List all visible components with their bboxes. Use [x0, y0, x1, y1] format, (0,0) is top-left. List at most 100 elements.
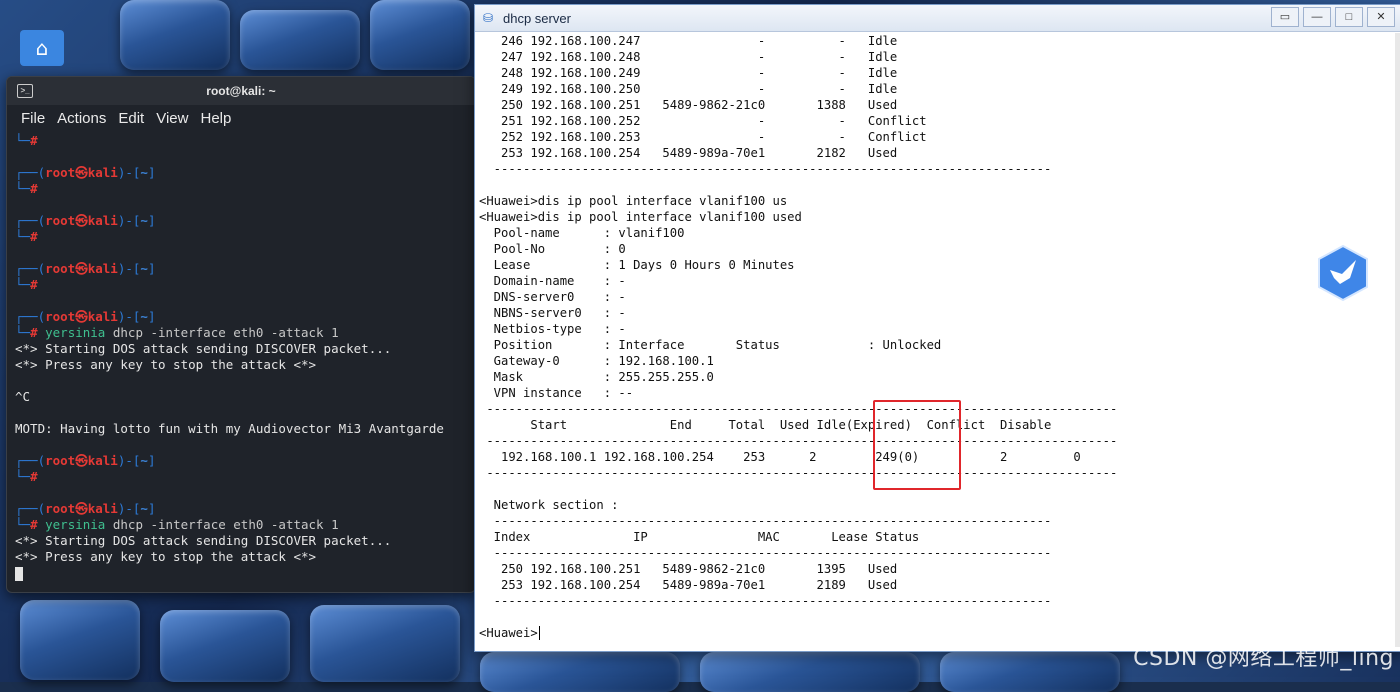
- prompt-dir: ~: [140, 309, 148, 324]
- close-button[interactable]: ✕: [1367, 7, 1395, 27]
- prompt-user: root㉿kali: [45, 261, 118, 276]
- separator: ----------------------------------------…: [479, 546, 1052, 560]
- prompt-dir: ~: [140, 501, 148, 516]
- pool-field: NBNS-server0 : -: [479, 306, 626, 320]
- wallpaper-tile: [160, 610, 290, 682]
- prompt-hash: #: [30, 277, 38, 292]
- ip-row: 250 192.168.100.251 5489-9862-21c0 1388 …: [479, 98, 898, 112]
- prompt-corner: └─: [15, 469, 31, 484]
- prompt-sep: )-[: [117, 165, 141, 180]
- prompt-corner: └─: [15, 325, 31, 340]
- prompt-end: ]: [147, 165, 156, 180]
- menu-edit[interactable]: Edit: [118, 110, 144, 127]
- pool-field: Netbios-type : -: [479, 322, 626, 336]
- ip-row: 249 192.168.100.250 - - Idle: [479, 82, 898, 96]
- pool-field: Gateway-0 : 192.168.100.1: [479, 354, 714, 368]
- prompt-dir: ~: [140, 213, 148, 228]
- prompt-hash-line: └─# yersinia dhcp -interface eth0 -attac…: [15, 325, 467, 341]
- terminal-motd: MOTD: Having lotto fun with my Audiovect…: [15, 421, 444, 436]
- terminal-message: <*> Starting DOS attack sending DISCOVER…: [15, 533, 392, 548]
- watermark-text: CSDN @网络工程师_ling: [1133, 646, 1394, 671]
- bird-logo-icon: [1316, 244, 1370, 302]
- wallpaper-tile: [480, 652, 680, 692]
- prompt-end: ]: [147, 261, 156, 276]
- net-row: 250 192.168.100.251 5489-9862-21c0 1395 …: [479, 562, 898, 576]
- terminal-message: <*> Press any key to stop the attack <*>: [15, 549, 317, 564]
- restore-icon[interactable]: ▭: [1271, 7, 1299, 27]
- prompt-corner: ┌──(: [15, 453, 46, 468]
- prompt-line: ┌──(root㉿kali)-[~]: [15, 261, 467, 277]
- terminal-menubar: File Actions Edit View Help: [7, 105, 475, 131]
- prompt-user: root㉿kali: [45, 309, 118, 324]
- maximize-button[interactable]: □: [1335, 7, 1363, 27]
- prompt-hash-line: └─# yersinia dhcp -interface eth0 -attac…: [15, 517, 467, 533]
- terminal-message: <*> Press any key to stop the attack <*>: [15, 357, 317, 372]
- prompt-sep: )-[: [117, 501, 141, 516]
- prompt-corner: ┌──(: [15, 213, 46, 228]
- menu-actions[interactable]: Actions: [57, 110, 106, 127]
- ip-row: 247 192.168.100.248 - - Idle: [479, 50, 898, 64]
- ip-row: 246 192.168.100.247 - - Idle: [479, 34, 898, 48]
- home-folder-icon[interactable]: ⌂: [20, 30, 64, 66]
- prompt-corner: ┌──(: [15, 261, 46, 276]
- prompt-hash: #: [30, 469, 38, 484]
- prompt-sep: )-[: [117, 309, 141, 324]
- terminal-message: ^C: [15, 389, 31, 404]
- wallpaper-tile: [940, 652, 1120, 692]
- console-command: <Huawei>dis ip pool interface vlanif100 …: [479, 210, 802, 224]
- separator: ----------------------------------------…: [479, 514, 1052, 528]
- pool-field: VPN instance : --: [479, 386, 634, 400]
- prompt-corner: ┌──(: [15, 165, 46, 180]
- prompt-corner: └─: [15, 181, 31, 196]
- dhcp-titlebar: ⛁ dhcp server ▭ — □ ✕: [475, 5, 1400, 32]
- menu-file[interactable]: File: [21, 110, 45, 127]
- minimize-button[interactable]: —: [1303, 7, 1331, 27]
- dhcp-console-output[interactable]: 246 192.168.100.247 - - Idle 247 192.168…: [479, 33, 1395, 647]
- command-args: dhcp -interface eth0 -attack 1: [105, 517, 339, 532]
- prompt-corner: ┌──(: [15, 309, 46, 324]
- pool-field: DNS-server0 : -: [479, 290, 626, 304]
- terminal-output[interactable]: └─# ┌──(root㉿kali)-[~] └─# ┌──(root㉿kali)…: [7, 131, 475, 583]
- pool-field: Pool-No : 0: [479, 242, 626, 256]
- prompt-hash-line: └─#: [15, 229, 467, 245]
- terminal-icon: >_: [17, 84, 33, 98]
- text-cursor: [538, 626, 540, 640]
- wallpaper-tile: [700, 652, 920, 692]
- pool-field: Lease : 1 Days 0 Hours 0 Minutes: [479, 258, 795, 272]
- command-binary: yersinia: [45, 325, 106, 340]
- terminal-title: root@kali: ~: [206, 84, 276, 98]
- prompt-sep: )-[: [117, 213, 141, 228]
- prompt-hash: #: [30, 133, 38, 148]
- pool-field: Position : Interface Status : Unlocked: [479, 338, 942, 352]
- scrollbar[interactable]: [1395, 33, 1400, 647]
- prompt-sep: )-[: [117, 453, 141, 468]
- menu-help[interactable]: Help: [200, 110, 231, 127]
- prompt-user: root㉿kali: [45, 165, 118, 180]
- prompt-line: ┌──(root㉿kali)-[~]: [15, 213, 467, 229]
- wallpaper-tile: [240, 10, 360, 70]
- pool-field: Mask : 255.255.255.0: [479, 370, 714, 384]
- separator: ----------------------------------------…: [479, 594, 1052, 608]
- terminal-cursor: [15, 566, 23, 581]
- wallpaper-tile: [120, 0, 230, 70]
- net-row: 253 192.168.100.254 5489-989a-70e1 2189 …: [479, 578, 898, 592]
- network-section-label: Network section :: [479, 498, 619, 512]
- ip-row: 253 192.168.100.254 5489-989a-70e1 2182 …: [479, 146, 898, 160]
- prompt-corner: └─: [15, 133, 31, 148]
- menu-view[interactable]: View: [156, 110, 188, 127]
- pool-field: Domain-name : -: [479, 274, 626, 288]
- prompt-line: ┌──(root㉿kali)-[~]: [15, 165, 467, 181]
- cursor-line: [15, 565, 467, 581]
- app-icon: ⛁: [483, 11, 494, 25]
- prompt-end: ]: [147, 453, 156, 468]
- pool-field: Pool-name : vlanif100: [479, 226, 685, 240]
- console-command: <Huawei>dis ip pool interface vlanif100 …: [479, 194, 788, 208]
- command-binary: yersinia: [45, 517, 106, 532]
- prompt-hash-line: └─#: [15, 277, 467, 293]
